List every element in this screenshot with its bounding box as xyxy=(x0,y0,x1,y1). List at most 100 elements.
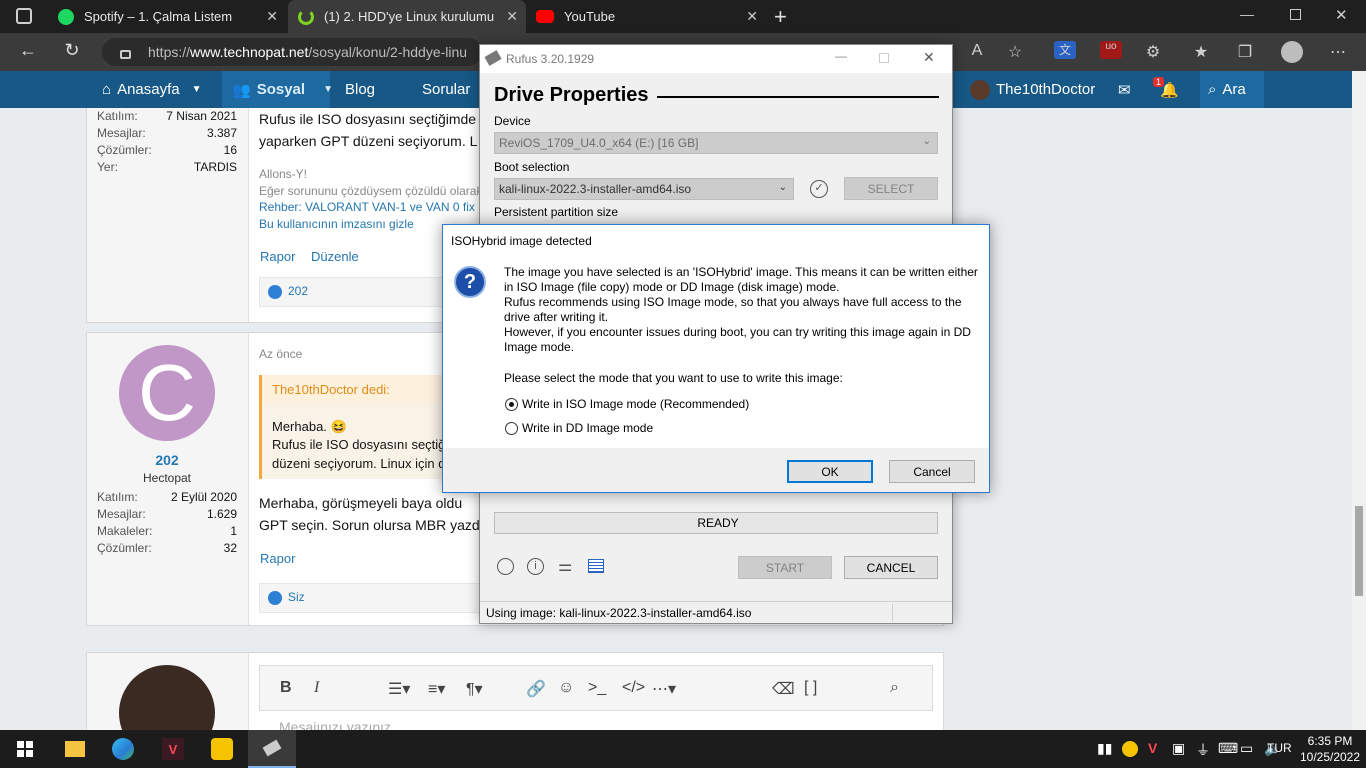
brackets-icon[interactable]: [ ] xyxy=(804,679,817,697)
collections-icon[interactable]: ❐ xyxy=(1234,42,1256,62)
nav-questions-label: Sorular xyxy=(422,81,471,98)
report-link[interactable]: Rapor xyxy=(260,249,295,264)
report-link[interactable]: Rapor xyxy=(260,551,295,566)
start-button[interactable]: START xyxy=(738,556,832,579)
likes-count[interactable]: Siz xyxy=(288,590,305,604)
link-icon[interactable]: 🔗 xyxy=(526,679,546,699)
maximize-icon[interactable] xyxy=(879,53,889,63)
language-icon[interactable] xyxy=(497,558,514,575)
paragraph-icon[interactable]: ¶▾ xyxy=(466,679,483,699)
valorant-icon[interactable]: V xyxy=(158,730,188,768)
message-input[interactable]: Mesajınızı yazınız... xyxy=(279,719,403,730)
boot-select[interactable]: kali-linux-2022.3-installer-amd64.iso ⌄ xyxy=(494,178,794,200)
likes-count[interactable]: 202 xyxy=(288,284,308,298)
nav-blog[interactable]: Blog xyxy=(345,71,375,108)
nav-user[interactable]: The10thDoctor xyxy=(970,71,1095,108)
url-field[interactable]: https://www.technopat.net/sosyal/konu/2-… xyxy=(102,38,482,66)
url-domain: www.technopat.net xyxy=(190,44,309,60)
eraser-icon[interactable]: ⌫ xyxy=(772,679,795,699)
nav-home[interactable]: ⌂ Anasayfa ▼ xyxy=(96,71,214,108)
tab-youtube[interactable]: YouTube ✕ xyxy=(526,0,766,33)
emoji-icon[interactable]: ☺ xyxy=(558,679,574,697)
usb-tray-icon[interactable]: ⏚ xyxy=(1196,740,1210,760)
profile-avatar[interactable] xyxy=(1281,41,1303,63)
audio-meter-icon[interactable]: ▮▮ xyxy=(1097,740,1112,757)
bold-icon[interactable]: B xyxy=(280,679,292,697)
preview-icon[interactable]: ⌕ xyxy=(890,679,899,697)
file-explorer-icon[interactable] xyxy=(60,730,90,768)
favorite-add-icon[interactable]: ☆ xyxy=(1004,42,1026,62)
alerts-icon[interactable]: 🔔 xyxy=(1160,71,1179,108)
statusbar-divider xyxy=(892,604,893,622)
app-yellow-icon[interactable] xyxy=(207,730,237,768)
code-brackets-icon[interactable]: </> xyxy=(622,679,645,697)
clock-date[interactable]: 10/25/2022 xyxy=(1298,750,1362,764)
hide-signature-link[interactable]: Bu kullanıcının imzasını gizle xyxy=(259,217,414,231)
start-windows-icon[interactable] xyxy=(10,730,40,768)
settings-icon[interactable]: ⚌ xyxy=(558,556,572,576)
read-aloud-icon[interactable]: A xyxy=(966,42,988,60)
more-icon[interactable]: ⋯ xyxy=(1327,42,1349,62)
extensions-icon[interactable]: ⚙ xyxy=(1142,42,1164,62)
post-time[interactable]: Az önce xyxy=(259,347,302,361)
check-icon[interactable]: ✓ xyxy=(810,180,828,198)
tab-spotify[interactable]: Spotify – 1. Çalma Listem ✕ xyxy=(48,0,286,33)
ime-tray-icon[interactable]: ⌨ xyxy=(1218,740,1238,757)
page-scrollbar[interactable] xyxy=(1352,71,1366,730)
keyboard-language[interactable]: TUR xyxy=(1267,741,1292,755)
radio-dd-mode[interactable]: Write in DD Image mode xyxy=(505,421,653,435)
clipboard-tray-icon[interactable]: ▣ xyxy=(1172,740,1185,757)
restore-icon[interactable] xyxy=(1290,9,1301,20)
spotify-icon xyxy=(58,8,74,25)
select-button[interactable]: SELECT xyxy=(844,177,938,200)
reload-icon[interactable]: ↻ xyxy=(60,40,84,61)
close-icon[interactable]: ✕ xyxy=(923,49,935,66)
more-options-icon[interactable]: ⋯▾ xyxy=(652,679,676,699)
close-icon[interactable]: ✕ xyxy=(506,8,518,25)
info-icon[interactable]: i xyxy=(527,558,544,575)
italic-icon[interactable]: I xyxy=(314,679,319,697)
tab-actions-icon[interactable] xyxy=(16,8,32,24)
scrollbar-thumb[interactable] xyxy=(1355,506,1363,596)
minimize-icon[interactable]: — xyxy=(1240,6,1254,22)
clock-time[interactable]: 6:35 PM xyxy=(1300,734,1360,748)
code-icon[interactable]: >_ xyxy=(588,679,606,697)
new-tab-icon[interactable]: + xyxy=(774,4,787,30)
log-icon[interactable] xyxy=(588,559,604,573)
align-icon[interactable]: ≡▾ xyxy=(428,679,445,699)
radio-iso-mode[interactable]: Write in ISO Image mode (Recommended) xyxy=(505,397,749,411)
nav-questions[interactable]: Sorular xyxy=(422,71,470,108)
close-icon[interactable]: ✕ xyxy=(746,8,758,25)
rufus-taskbar-icon[interactable] xyxy=(248,730,296,768)
dialog-cancel-button[interactable]: Cancel xyxy=(889,460,975,483)
device-select[interactable]: ReviOS_1709_U4.0_x64 (E:) [16 GB] ⌄ xyxy=(494,132,938,154)
nav-search[interactable]: ⌕ Ara xyxy=(1200,71,1264,108)
edit-link[interactable]: Düzenle xyxy=(311,249,359,264)
favorites-icon[interactable]: ★ xyxy=(1190,42,1212,62)
back-icon[interactable]: ← xyxy=(16,40,40,61)
ok-button[interactable]: OK xyxy=(787,460,873,483)
valorant-tray-icon[interactable]: V xyxy=(1148,740,1157,756)
close-icon[interactable]: ✕ xyxy=(266,8,278,25)
edge-icon[interactable] xyxy=(108,730,138,768)
cancel-button[interactable]: CANCEL xyxy=(844,556,938,579)
device-label: Device xyxy=(494,114,531,128)
nav-user-label: The10thDoctor xyxy=(996,81,1096,98)
close-window-icon[interactable]: ✕ xyxy=(1335,6,1348,24)
network-icon[interactable]: ▭ xyxy=(1240,740,1253,757)
inbox-icon[interactable]: ✉ xyxy=(1118,71,1131,108)
signature-link[interactable]: Rehber: VALORANT VAN-1 ve VAN 0 fix xyxy=(259,200,475,214)
alerts-badge: 1 xyxy=(1153,77,1165,87)
minimize-icon[interactable]: — xyxy=(835,49,847,63)
username[interactable]: 202 xyxy=(87,452,247,468)
translate-icon[interactable]: 文 xyxy=(1054,41,1076,59)
nav-social[interactable]: 👥 Sosyal ▼ xyxy=(222,71,333,108)
ublock-icon[interactable]: uo xyxy=(1100,41,1122,59)
usb-drive-icon xyxy=(484,50,502,66)
reply-userinfo xyxy=(87,653,249,730)
quote-author[interactable]: The10thDoctor dedi: xyxy=(272,382,390,397)
post-1-userinfo: Katılım: 7 Nisan 2021 Mesajlar: 3.387 Çözü… xyxy=(87,108,249,322)
list-icon[interactable]: ☰▾ xyxy=(388,679,410,699)
tab-technopat[interactable]: (1) 2. HDD'ye Linux kurulumu | Te ✕ xyxy=(288,0,526,33)
app-tray-icon[interactable] xyxy=(1122,741,1138,757)
